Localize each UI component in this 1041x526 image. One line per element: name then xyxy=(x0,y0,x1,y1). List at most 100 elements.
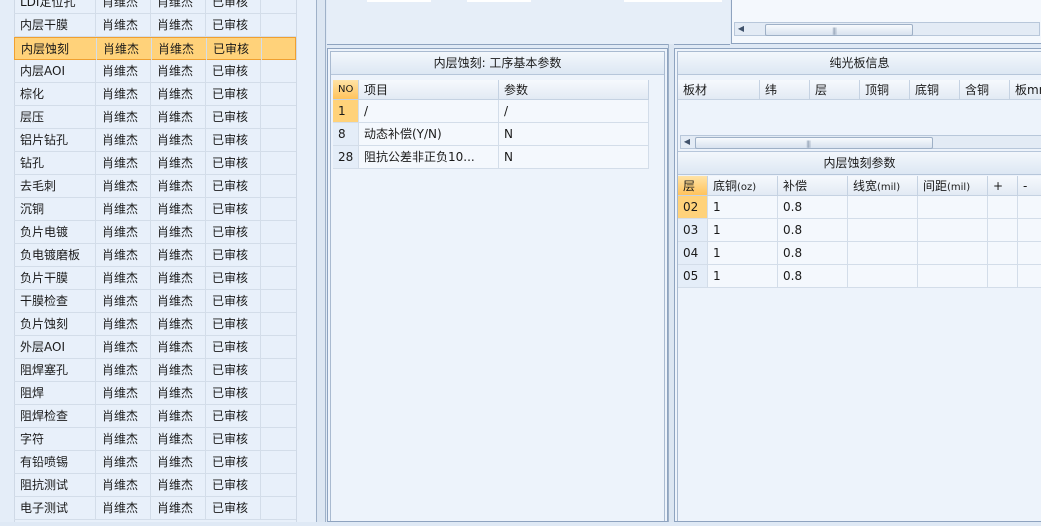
scroll-left-arrow-icon[interactable]: ◀ xyxy=(683,137,691,147)
etch-layer-cell[interactable]: 03 xyxy=(678,219,708,242)
etch-comp-cell[interactable]: 0.8 xyxy=(778,242,848,265)
process-row[interactable]: 负片干膜 肖维杰 肖维杰 已审核 xyxy=(14,267,296,290)
etch-comp-cell[interactable]: 0.8 xyxy=(778,265,848,288)
process-row[interactable]: 内层AOI 肖维杰 肖维杰 已审核 xyxy=(14,60,296,83)
process-row[interactable]: 阻抗测试 肖维杰 肖维杰 已审核 xyxy=(14,474,296,497)
param-no-cell[interactable]: 28 xyxy=(333,146,359,169)
process-row[interactable]: 层压 肖维杰 肖维杰 已审核 xyxy=(14,106,296,129)
process-row[interactable]: 阻焊塞孔 肖维杰 肖维杰 已审核 xyxy=(14,359,296,382)
process-row[interactable]: 棕化 肖维杰 肖维杰 已审核 xyxy=(14,83,296,106)
process-row[interactable]: 铝片钻孔 肖维杰 肖维杰 已审核 xyxy=(14,129,296,152)
operator-cell: 肖维杰 xyxy=(96,313,151,335)
etch-layer-cell[interactable]: 04 xyxy=(678,242,708,265)
top-field-2[interactable] xyxy=(467,0,531,2)
process-row[interactable]: 去毛刺 肖维杰 肖维杰 已审核 xyxy=(14,175,296,198)
process-name-cell: 字符 xyxy=(14,428,96,450)
bare-board-hscrollbar[interactable]: ◀ ||| xyxy=(680,135,1041,149)
top-field-1[interactable] xyxy=(367,0,431,2)
process-row[interactable]: 负电镀磨板 肖维杰 肖维杰 已审核 xyxy=(14,244,296,267)
etch-spacing-cell[interactable] xyxy=(918,265,988,288)
status-cell: 已审核 xyxy=(206,497,261,519)
etch-spacing-cell[interactable] xyxy=(918,242,988,265)
bare-board-header[interactable]: 顶铜 xyxy=(860,80,910,100)
etch-comp-cell[interactable]: 0.8 xyxy=(778,219,848,242)
param-no-cell[interactable]: 1 xyxy=(333,100,359,123)
param-param-cell[interactable]: N xyxy=(499,146,649,169)
param-param-cell[interactable]: / xyxy=(499,100,649,123)
etch-spacing-cell[interactable] xyxy=(918,196,988,219)
process-list: LDI定位孔 肖维杰 肖维杰 已审核 内层干膜 肖维杰 肖维杰 已审核 内层蚀刻 肖维杰 肖维杰 已审… xyxy=(0,0,316,522)
vertical-splitter[interactable] xyxy=(316,0,326,522)
bare-board-header[interactable]: 板mm xyxy=(1010,80,1041,100)
reviewer-cell: 肖维杰 xyxy=(151,83,206,105)
etch-bottom_cu-cell[interactable]: 1 xyxy=(708,242,778,265)
process-row[interactable]: 沉铜 肖维杰 肖维杰 已审核 xyxy=(14,198,296,221)
header-param[interactable]: 参数 xyxy=(499,80,649,100)
process-row[interactable]: 外层AOI 肖维杰 肖维杰 已审核 xyxy=(14,336,296,359)
etch-layer-cell[interactable]: 02 xyxy=(678,196,708,219)
etch-line_width-cell[interactable] xyxy=(848,196,918,219)
process-row[interactable]: 负片蚀刻 肖维杰 肖维杰 已审核 xyxy=(14,313,296,336)
etch-params-title: 内层蚀刻参数 xyxy=(678,151,1041,175)
param-item-cell[interactable]: 动态补偿(Y/N) xyxy=(359,123,499,146)
process-row[interactable]: LDI定位孔 肖维杰 肖维杰 已审核 xyxy=(14,0,296,14)
param-param-cell[interactable]: N xyxy=(499,123,649,146)
etch-header-layer[interactable]: 层 xyxy=(678,176,708,196)
process-row[interactable]: 有铅喷锡 肖维杰 肖维杰 已审核 xyxy=(14,451,296,474)
process-row[interactable]: 内层干膜 肖维杰 肖维杰 已审核 xyxy=(14,14,296,37)
scroll-left-arrow-icon[interactable]: ◀ xyxy=(737,24,745,34)
etch-plus-cell[interactable] xyxy=(988,265,1018,288)
etch-bottom_cu-cell[interactable]: 1 xyxy=(708,196,778,219)
process-name-cell: 层压 xyxy=(14,106,96,128)
etch-comp-cell[interactable]: 0.8 xyxy=(778,196,848,219)
param-no-cell[interactable]: 8 xyxy=(333,123,359,146)
etch-line_width-cell[interactable] xyxy=(848,219,918,242)
etch-spacing-cell[interactable] xyxy=(918,219,988,242)
etch-plus-cell[interactable] xyxy=(988,242,1018,265)
bare-board-header[interactable]: 板材 xyxy=(678,80,760,100)
process-row[interactable]: 电子测试 肖维杰 肖维杰 已审核 xyxy=(14,497,296,520)
etch-minus-cell[interactable] xyxy=(1018,196,1041,219)
etch-layer-cell[interactable]: 05 xyxy=(678,265,708,288)
process-row[interactable]: 字符 肖维杰 肖维杰 已审核 xyxy=(14,428,296,451)
etch-header-label: 线宽 xyxy=(853,179,878,193)
scroll-thumb[interactable]: ||| xyxy=(765,24,913,36)
etch-header-line_width[interactable]: 线宽(mil) xyxy=(848,176,918,196)
process-row[interactable]: 负片电镀 肖维杰 肖维杰 已审核 xyxy=(14,221,296,244)
etch-line_width-cell[interactable] xyxy=(848,265,918,288)
etch-bottom_cu-cell[interactable]: 1 xyxy=(708,265,778,288)
operator-cell: 肖维杰 xyxy=(96,221,151,243)
etch-minus-cell[interactable] xyxy=(1018,219,1041,242)
header-no[interactable]: NO xyxy=(333,80,359,100)
etch-minus-cell[interactable] xyxy=(1018,265,1041,288)
param-item-cell[interactable]: / xyxy=(359,100,499,123)
process-row[interactable]: 阻焊 肖维杰 肖维杰 已审核 xyxy=(14,382,296,405)
etch-header-spacing[interactable]: 间距(mil) xyxy=(918,176,988,196)
header-item[interactable]: 项目 xyxy=(359,80,499,100)
bare-board-header[interactable]: 含铜 xyxy=(960,80,1010,100)
etch-header-minus[interactable]: - xyxy=(1018,176,1041,196)
etch-bottom_cu-cell[interactable]: 1 xyxy=(708,219,778,242)
scroll-thumb[interactable]: ||| xyxy=(695,137,933,149)
etch-header-comp[interactable]: 补偿 xyxy=(778,176,848,196)
etch-header-bottom_cu[interactable]: 底铜(oz) xyxy=(708,176,778,196)
top-field-3[interactable] xyxy=(624,0,722,2)
bare-board-header[interactable]: 纬 xyxy=(760,80,810,100)
process-row-selected[interactable]: 内层蚀刻 肖维杰 肖维杰 已审核 xyxy=(14,37,296,60)
process-name-cell: 内层AOI xyxy=(14,60,96,82)
process-row[interactable]: 阻焊检查 肖维杰 肖维杰 已审核 xyxy=(14,405,296,428)
process-row[interactable]: 干膜检查 肖维杰 肖维杰 已审核 xyxy=(14,290,296,313)
operator-cell: 肖维杰 xyxy=(96,0,151,13)
etch-plus-cell[interactable] xyxy=(988,219,1018,242)
param-item-cell[interactable]: 阻抗公差非正负10... xyxy=(359,146,499,169)
etch-line_width-cell[interactable] xyxy=(848,242,918,265)
bare-board-header[interactable]: 层 xyxy=(810,80,860,100)
bare-board-header[interactable]: 底铜 xyxy=(910,80,960,100)
etch-plus-cell[interactable] xyxy=(988,196,1018,219)
status-cell: 已审核 xyxy=(206,451,261,473)
etch-header-plus[interactable]: + xyxy=(988,176,1018,196)
etch-minus-cell[interactable] xyxy=(1018,242,1041,265)
process-row[interactable]: 钻孔 肖维杰 肖维杰 已审核 xyxy=(14,152,296,175)
status-cell: 已审核 xyxy=(206,14,261,36)
top-right-hscrollbar[interactable]: ◀ ||| xyxy=(734,22,1040,36)
